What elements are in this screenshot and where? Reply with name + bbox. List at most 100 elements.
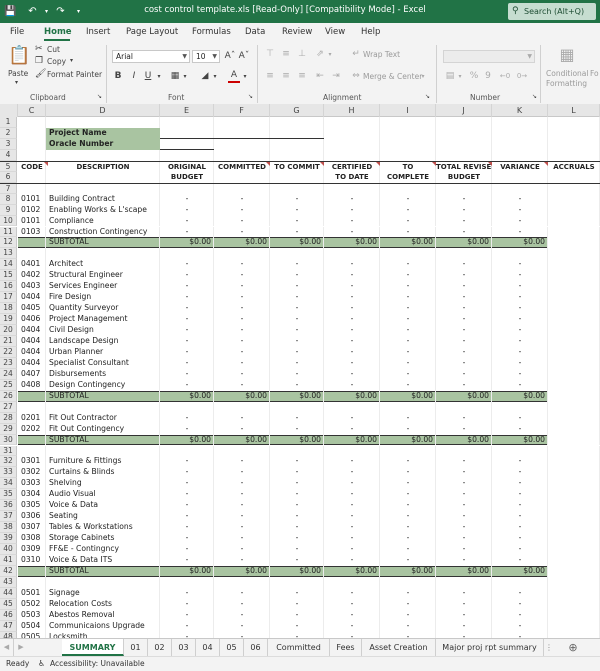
sheet-tab-06[interactable]: 06 bbox=[244, 639, 268, 656]
increase-decimal-icon[interactable]: ←0 bbox=[498, 71, 512, 82]
percent-style-icon[interactable]: % bbox=[468, 71, 480, 82]
row-header[interactable]: 28 bbox=[0, 412, 17, 424]
worksheet-grid[interactable]: 1 2 Project Name 3 Oracle Number 4 5 CODE DESCRI… bbox=[0, 117, 600, 638]
cost-value[interactable]: - bbox=[380, 205, 436, 216]
sheet-tab-05[interactable]: 05 bbox=[220, 639, 244, 656]
cost-value[interactable]: - bbox=[380, 347, 436, 358]
cost-value[interactable]: - bbox=[160, 413, 214, 424]
paste-icon[interactable]: 📋 bbox=[8, 45, 30, 67]
cost-value[interactable]: - bbox=[160, 314, 214, 325]
tab-file[interactable]: File bbox=[10, 27, 24, 37]
subtotal-value[interactable]: $0.00 bbox=[436, 566, 492, 577]
cost-value[interactable]: - bbox=[270, 610, 324, 621]
cost-code[interactable]: 0202 bbox=[18, 424, 46, 435]
scroll-tabs-left-icon[interactable]: ◀ bbox=[0, 639, 14, 656]
cost-value[interactable]: - bbox=[436, 478, 492, 489]
cost-value[interactable]: - bbox=[492, 424, 548, 435]
tab-page-layout[interactable]: Page Layout bbox=[126, 27, 178, 37]
row-header[interactable]: 38 bbox=[0, 522, 17, 534]
cost-value[interactable]: - bbox=[492, 500, 548, 511]
copy-icon[interactable]: ❐ bbox=[35, 56, 43, 67]
cost-value[interactable]: - bbox=[270, 281, 324, 292]
cost-value[interactable]: - bbox=[380, 478, 436, 489]
cost-value[interactable]: - bbox=[214, 205, 270, 216]
cost-value[interactable]: - bbox=[492, 544, 548, 555]
cost-value[interactable]: - bbox=[160, 588, 214, 599]
cost-value[interactable]: - bbox=[380, 610, 436, 621]
cost-value[interactable]: - bbox=[160, 489, 214, 500]
cost-description[interactable]: Voice & Data ITS bbox=[46, 555, 160, 566]
cost-value[interactable]: - bbox=[492, 380, 548, 391]
row-header[interactable]: 42 bbox=[0, 565, 17, 577]
cost-value[interactable]: - bbox=[380, 194, 436, 205]
subtotal-value[interactable]: $0.00 bbox=[324, 391, 380, 402]
cost-value[interactable]: - bbox=[324, 281, 380, 292]
cost-code[interactable]: 0503 bbox=[18, 610, 46, 621]
cost-description[interactable]: Quantity Surveyor bbox=[46, 303, 160, 314]
cost-value[interactable]: - bbox=[160, 544, 214, 555]
cost-value[interactable]: - bbox=[436, 588, 492, 599]
cost-value[interactable]: - bbox=[270, 533, 324, 544]
font-size-dropdown[interactable]: 10 ▼ bbox=[192, 50, 220, 63]
cost-value[interactable]: - bbox=[214, 621, 270, 632]
cost-value[interactable]: - bbox=[492, 292, 548, 303]
subtotal-value[interactable]: $0.00 bbox=[270, 237, 324, 248]
cost-value[interactable]: - bbox=[436, 336, 492, 347]
sheet-tab-fees[interactable]: Fees bbox=[330, 639, 362, 656]
subtotal-value[interactable]: $0.00 bbox=[160, 391, 214, 402]
cost-value[interactable]: - bbox=[436, 599, 492, 610]
cost-code[interactable]: 0304 bbox=[18, 489, 46, 500]
cost-value[interactable]: - bbox=[324, 500, 380, 511]
cost-description[interactable]: Civil Design bbox=[46, 325, 160, 336]
row-header[interactable]: 34 bbox=[0, 478, 17, 490]
cost-value[interactable]: - bbox=[270, 467, 324, 478]
cost-description[interactable]: Specialist Consultant bbox=[46, 358, 160, 369]
cost-value[interactable]: - bbox=[160, 511, 214, 522]
scroll-tabs-right-icon[interactable]: ▶ bbox=[14, 639, 28, 656]
header-code[interactable]: CODE bbox=[18, 162, 46, 172]
cost-value[interactable]: - bbox=[436, 314, 492, 325]
cost-description[interactable]: Fit Out Contractor bbox=[46, 413, 160, 424]
cost-value[interactable]: - bbox=[492, 588, 548, 599]
cost-value[interactable]: - bbox=[492, 489, 548, 500]
cost-value[interactable]: - bbox=[160, 522, 214, 533]
sheet-tab-major-proj-rpt-summary[interactable]: Major proj rpt summary bbox=[436, 639, 544, 656]
number-format-dropdown[interactable]: ▼ bbox=[443, 50, 535, 63]
cost-value[interactable]: - bbox=[436, 380, 492, 391]
cost-value[interactable]: - bbox=[324, 292, 380, 303]
redo-icon[interactable]: ↷ bbox=[54, 5, 67, 18]
cost-description[interactable]: Design Contingency bbox=[46, 380, 160, 391]
cost-value[interactable]: - bbox=[214, 347, 270, 358]
row-header[interactable]: 5 bbox=[0, 161, 17, 172]
column-header-d[interactable]: D bbox=[46, 104, 160, 117]
cost-code[interactable]: 0405 bbox=[18, 303, 46, 314]
cost-description[interactable]: Disbursements bbox=[46, 369, 160, 380]
font-color-dropdown-icon[interactable]: ▾ bbox=[242, 71, 248, 82]
cost-description[interactable]: Urban Planner bbox=[46, 347, 160, 358]
cost-value[interactable]: - bbox=[214, 358, 270, 369]
row-header[interactable]: 24 bbox=[0, 368, 17, 380]
cost-value[interactable]: - bbox=[324, 489, 380, 500]
number-launcher-icon[interactable]: ↘ bbox=[532, 93, 537, 100]
cost-value[interactable]: - bbox=[436, 424, 492, 435]
column-header-k[interactable]: K bbox=[492, 104, 548, 117]
orientation-dropdown-icon[interactable]: ▾ bbox=[327, 49, 333, 60]
row-header[interactable]: 21 bbox=[0, 336, 17, 347]
cost-value[interactable]: - bbox=[492, 303, 548, 314]
cost-value[interactable]: - bbox=[270, 336, 324, 347]
paste-dropdown-icon[interactable]: ▾ bbox=[15, 79, 18, 86]
cost-value[interactable]: - bbox=[160, 621, 214, 632]
cost-value[interactable]: - bbox=[160, 216, 214, 227]
merge-dropdown-icon[interactable]: ▾ bbox=[420, 71, 426, 82]
comment-indicator-icon[interactable] bbox=[432, 161, 436, 166]
customize-toolbar-icon[interactable]: ▾ bbox=[72, 5, 85, 18]
tab-home[interactable]: Home bbox=[44, 27, 72, 37]
cost-value[interactable]: - bbox=[270, 621, 324, 632]
row-header[interactable]: 1 bbox=[0, 117, 17, 128]
row-header[interactable]: 10 bbox=[0, 215, 17, 227]
tab-ellipsis[interactable]: ⋮ bbox=[544, 639, 554, 656]
cost-code[interactable]: 0301 bbox=[18, 456, 46, 467]
comment-indicator-icon[interactable] bbox=[488, 161, 492, 166]
oracle-number-label[interactable]: Oracle Number bbox=[46, 138, 160, 150]
increase-indent-icon[interactable]: ⇥ bbox=[330, 71, 342, 82]
